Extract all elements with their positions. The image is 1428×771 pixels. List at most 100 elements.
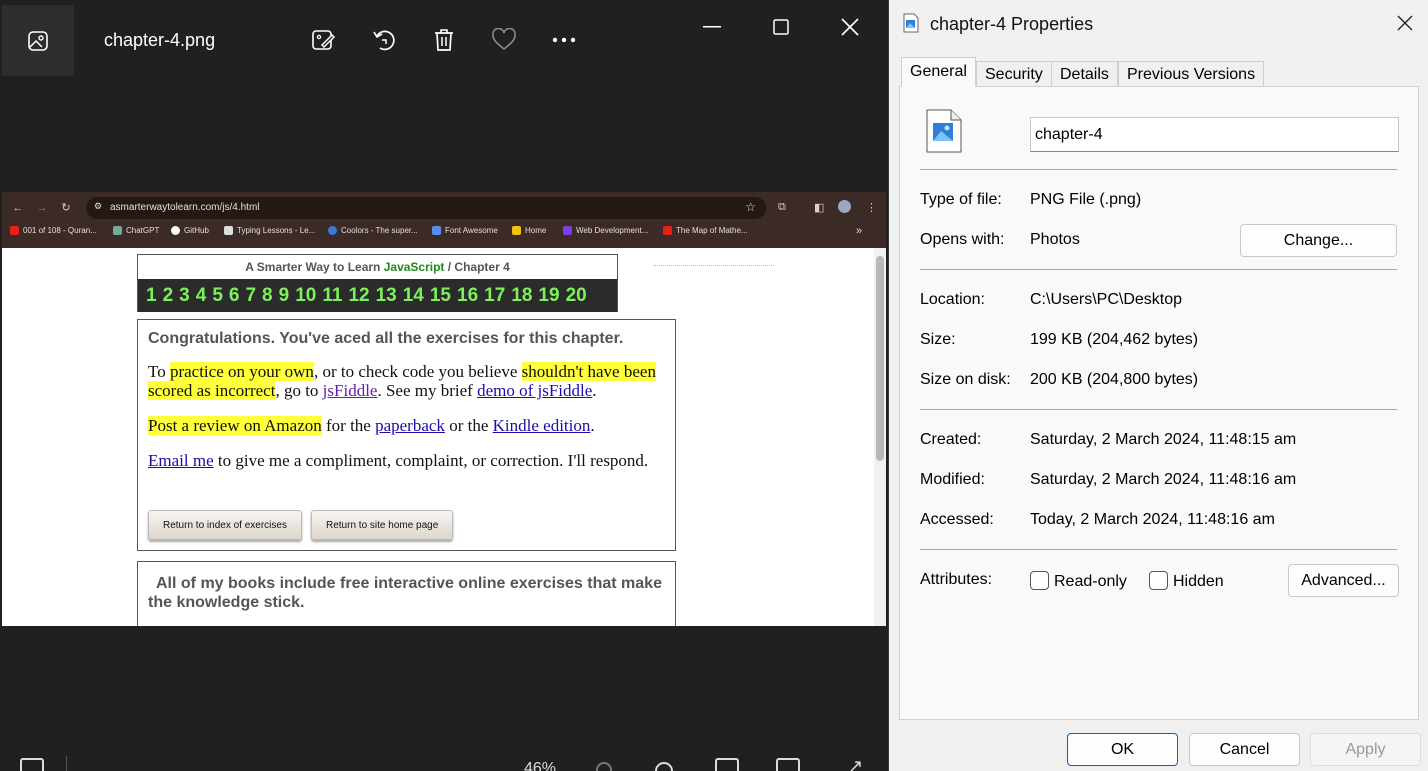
change-button[interactable]: Change... bbox=[1240, 224, 1397, 257]
bookmark-favicon bbox=[113, 226, 122, 235]
congrats-heading: Congratulations. You've aced all the exe… bbox=[148, 330, 624, 347]
tab-general[interactable]: General bbox=[901, 57, 976, 87]
exercise-number: 6 bbox=[228, 284, 240, 306]
bookmark-item: Coolors - The super... bbox=[328, 226, 418, 235]
bookmark-favicon bbox=[563, 226, 572, 235]
exercise-number: 9 bbox=[278, 284, 290, 306]
email-paragraph: Email me to give me a compliment, compla… bbox=[148, 451, 649, 470]
exercise-number: 7 bbox=[245, 284, 257, 306]
modified-label: Modified: bbox=[920, 471, 985, 488]
image-file-icon bbox=[903, 13, 919, 33]
tab-security[interactable]: Security bbox=[976, 61, 1052, 87]
exercise-number: 12 bbox=[348, 284, 370, 306]
photo-icon[interactable] bbox=[2, 5, 74, 76]
general-panel: Type of file: PNG File (.png) Opens with… bbox=[899, 86, 1419, 720]
books-box: All of my books include free interactive… bbox=[137, 561, 676, 626]
size-label: Size: bbox=[920, 331, 956, 348]
zoom-level: 46% bbox=[524, 760, 557, 771]
bookmark-favicon bbox=[512, 226, 521, 235]
type-value: PNG File (.png) bbox=[1030, 191, 1142, 208]
bookmark-favicon bbox=[432, 226, 441, 235]
browser-menu-icon: ⋮ bbox=[866, 202, 877, 214]
close-icon[interactable] bbox=[835, 12, 865, 42]
photos-toolbar: chapter-4.png bbox=[0, 0, 886, 76]
return-home-button: Return to site home page bbox=[311, 510, 454, 540]
file-name-input[interactable] bbox=[1030, 117, 1399, 152]
edit-icon[interactable] bbox=[307, 24, 339, 56]
exercise-number: 13 bbox=[375, 284, 397, 306]
hidden-label[interactable]: Hidden bbox=[1173, 573, 1224, 591]
bookmark-item: Web Development... bbox=[563, 226, 648, 235]
actual-size-icon[interactable] bbox=[776, 758, 800, 771]
sidepanel-icon: ◧ bbox=[814, 202, 825, 214]
exercise-number: 3 bbox=[179, 284, 190, 306]
bookmark-favicon bbox=[171, 226, 180, 235]
opens-with-value: Photos bbox=[1030, 231, 1080, 248]
bookmark-favicon bbox=[328, 226, 337, 235]
divider bbox=[654, 265, 774, 266]
bookmark-item: ChatGPT bbox=[113, 226, 159, 235]
chapter-header: A Smarter Way to Learn JavaScript / Chap… bbox=[137, 254, 618, 312]
site-settings-icon: ⚙ bbox=[94, 201, 103, 211]
divider bbox=[920, 409, 1397, 410]
jsfiddle-link: jsFiddle bbox=[322, 381, 378, 400]
more-icon[interactable] bbox=[548, 24, 580, 56]
exercise-number: 2 bbox=[162, 284, 174, 306]
location-value: C:\Users\PC\Desktop bbox=[1030, 291, 1183, 308]
exercise-number: 1 bbox=[146, 284, 157, 306]
bookmark-item: Home bbox=[512, 226, 546, 235]
type-label: Type of file: bbox=[920, 191, 1002, 208]
photos-bottom-bar bbox=[0, 742, 886, 771]
divider bbox=[920, 169, 1397, 170]
advanced-button[interactable]: Advanced... bbox=[1288, 564, 1399, 597]
image-file-icon bbox=[926, 109, 962, 153]
bookmark-item: GitHub bbox=[171, 226, 209, 235]
modified-value: Saturday, 2 March 2024, 11:48:16 am bbox=[1030, 471, 1297, 488]
readonly-label[interactable]: Read-only bbox=[1054, 573, 1127, 591]
ok-button[interactable]: OK bbox=[1067, 733, 1178, 766]
extensions-icon: ⧉ bbox=[778, 201, 786, 213]
exercise-number: 14 bbox=[402, 284, 424, 306]
readonly-checkbox[interactable] bbox=[1030, 571, 1049, 590]
scroll-thumb bbox=[876, 256, 884, 461]
opens-with-label: Opens with: bbox=[920, 231, 1005, 248]
apply-button[interactable]: Apply bbox=[1310, 733, 1421, 766]
tab-previous-versions[interactable]: Previous Versions bbox=[1118, 61, 1265, 87]
tab-details[interactable]: Details bbox=[1051, 61, 1118, 87]
exercise-number: 17 bbox=[484, 284, 506, 306]
practice-paragraph: To practice on your own, or to check cod… bbox=[148, 362, 656, 400]
bookmark-favicon bbox=[224, 226, 233, 235]
created-label: Created: bbox=[920, 431, 982, 448]
accessed-label: Accessed: bbox=[920, 511, 994, 528]
created-value: Saturday, 2 March 2024, 11:48:15 am bbox=[1030, 431, 1297, 448]
filmstrip-icon[interactable] bbox=[20, 758, 44, 771]
cancel-button[interactable]: Cancel bbox=[1189, 733, 1300, 766]
bookmark-item: Typing Lessons - Le... bbox=[224, 226, 315, 235]
rotate-icon[interactable] bbox=[368, 24, 400, 56]
chapter-title: A Smarter Way to Learn JavaScript / Chap… bbox=[138, 255, 617, 279]
size-on-disk-label: Size on disk: bbox=[920, 371, 1011, 388]
maximize-icon[interactable] bbox=[766, 12, 796, 42]
bookmark-item: The Map of Mathe... bbox=[663, 226, 748, 235]
minimize-icon[interactable] bbox=[697, 12, 727, 42]
delete-icon[interactable] bbox=[428, 24, 460, 56]
hidden-checkbox[interactable] bbox=[1149, 571, 1168, 590]
review-paragraph: Post a review on Amazon for the paperbac… bbox=[148, 416, 595, 435]
email-link: Email me bbox=[148, 451, 214, 470]
fit-window-icon[interactable] bbox=[715, 758, 739, 771]
exercise-numbers: 1 2 3 4 5 6 7 8 9 10 11 12 13 14 15 16 1… bbox=[138, 279, 617, 312]
paperback-link: paperback bbox=[375, 416, 445, 435]
address-bar: ⚙ asmarterwaytolearn.com/js/4.html ☆ bbox=[86, 197, 766, 219]
exercise-number: 19 bbox=[538, 284, 560, 306]
close-icon[interactable] bbox=[1395, 14, 1415, 34]
favorite-icon[interactable] bbox=[488, 24, 520, 56]
return-index-button: Return to index of exercises bbox=[148, 510, 302, 540]
congrats-box: Congratulations. You've aced all the exe… bbox=[137, 319, 676, 551]
divider bbox=[920, 269, 1397, 270]
zoom-out-icon[interactable] bbox=[596, 762, 612, 771]
fullscreen-icon[interactable]: ↗ bbox=[848, 756, 863, 771]
properties-dialog: chapter-4 Properties General Security De… bbox=[888, 0, 1428, 771]
back-icon: ← bbox=[12, 202, 24, 214]
divider bbox=[920, 549, 1397, 550]
dialog-title: chapter-4 Properties bbox=[930, 14, 1094, 34]
